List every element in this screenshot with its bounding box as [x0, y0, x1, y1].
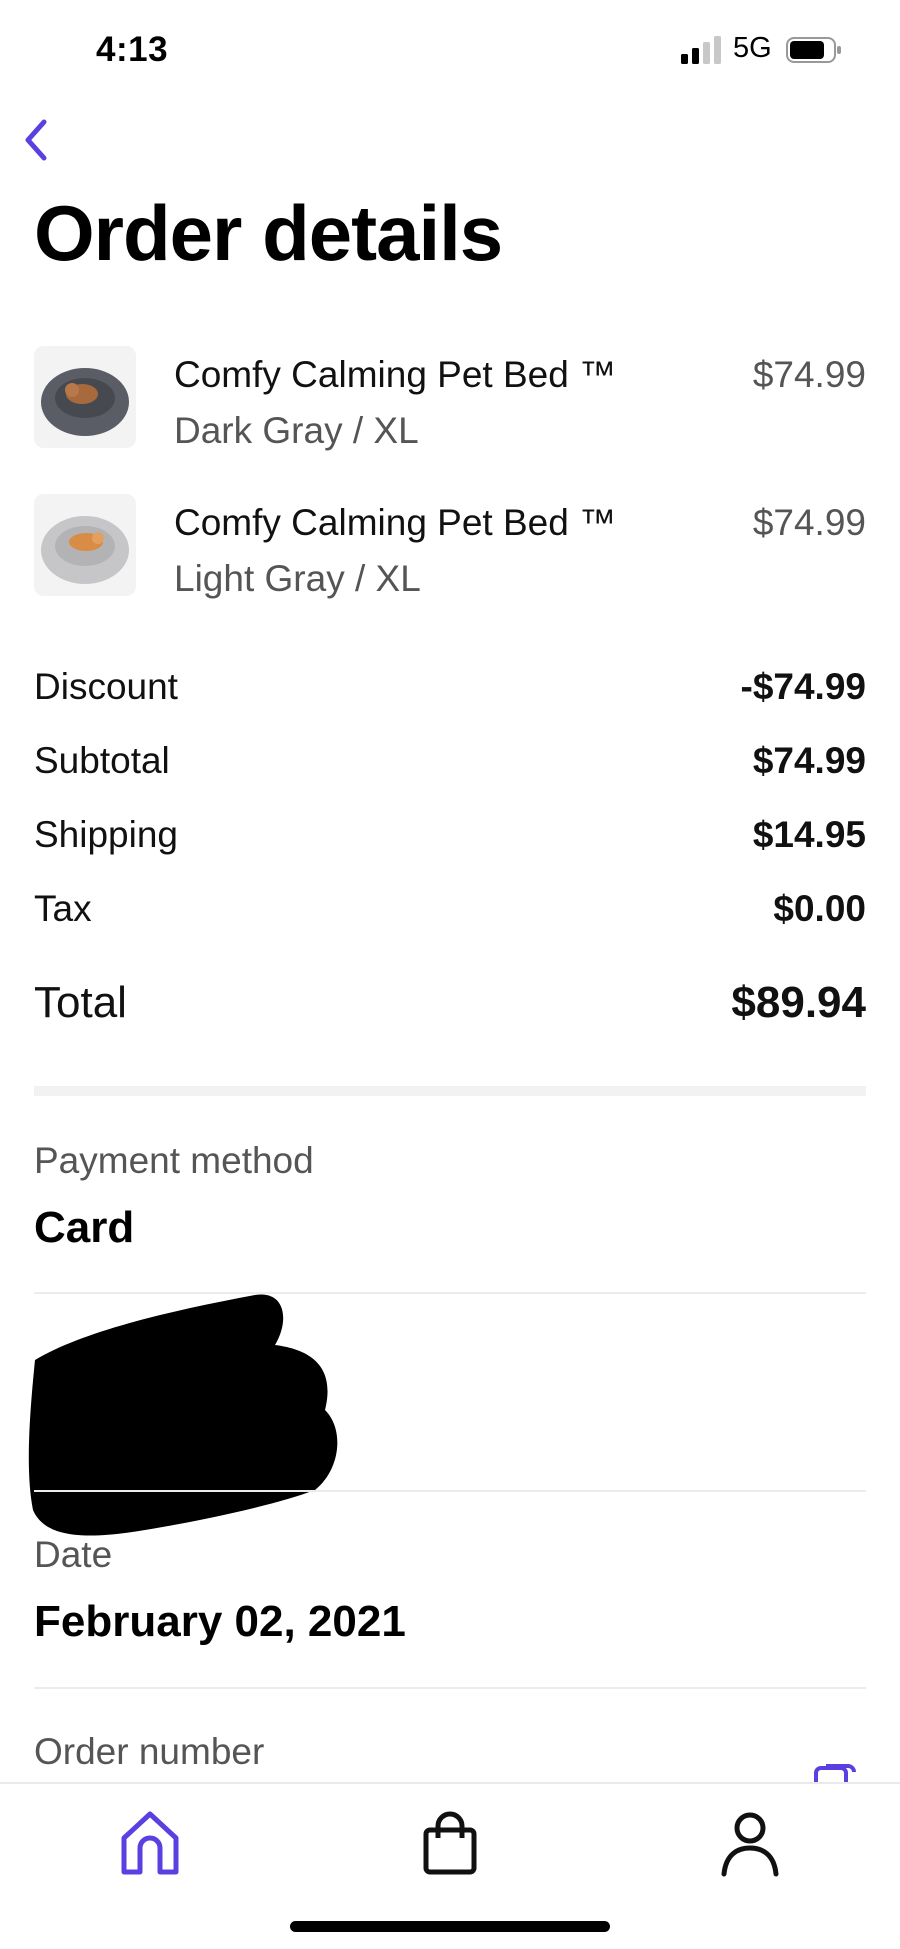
total-label: Total: [34, 978, 127, 1027]
subtotal-label: Subtotal: [34, 740, 170, 781]
shipping-row: Shipping $14.95: [34, 814, 866, 864]
product-name: Comfy Calming Pet Bed ™: [174, 354, 617, 395]
payment-method-label: Payment method: [34, 1140, 314, 1181]
product-price: $74.99: [752, 502, 866, 543]
product-price: $74.99: [752, 354, 866, 395]
page-title: Order details: [34, 189, 503, 277]
date-label: Date: [34, 1534, 113, 1575]
shipping-label: Shipping: [34, 814, 179, 855]
shipping-value: $14.95: [752, 814, 866, 855]
tax-row: Tax $0.00: [34, 888, 866, 938]
discount-row: Discount -$74.99: [34, 666, 866, 716]
tax-label: Tax: [34, 888, 92, 929]
section-divider: [34, 1086, 866, 1096]
back-chevron-icon[interactable]: [14, 112, 58, 168]
product-variant: Light Gray / XL: [174, 558, 421, 599]
profile-icon[interactable]: [710, 1802, 790, 1882]
product-variant: Dark Gray / XL: [174, 410, 419, 451]
cellular-signal-icon: [681, 36, 721, 64]
status-time: 4:13: [96, 30, 169, 69]
status-bar: 4:13 5G: [0, 0, 900, 100]
shopping-bag-icon[interactable]: [410, 1802, 490, 1882]
subtotal-value: $74.99: [752, 740, 866, 781]
date-value: February 02, 2021: [34, 1597, 406, 1646]
copy-icon[interactable]: [810, 1762, 856, 1782]
battery-icon: [786, 37, 841, 63]
total-row: Total $89.94: [34, 978, 866, 1038]
discount-label: Discount: [34, 666, 178, 707]
divider: [34, 1490, 866, 1492]
total-value: $89.94: [731, 978, 866, 1027]
discount-value: -$74.99: [740, 666, 867, 707]
network-type: 5G: [733, 32, 772, 64]
divider: [34, 1687, 866, 1689]
order-item[interactable]: Comfy Calming Pet Bed ™ Light Gray / XL …: [34, 494, 866, 599]
home-icon[interactable]: [110, 1802, 190, 1882]
redacted-block: [28, 1294, 338, 1536]
order-number-label: Order number: [34, 1731, 265, 1772]
subtotal-row: Subtotal $74.99: [34, 740, 866, 790]
order-item[interactable]: Comfy Calming Pet Bed ™ Dark Gray / XL $…: [34, 346, 866, 451]
home-indicator: [290, 1921, 610, 1932]
product-image: [34, 494, 136, 596]
tax-value: $0.00: [773, 888, 866, 929]
payment-method-value: Card: [34, 1203, 135, 1252]
product-image: [34, 346, 136, 448]
product-name: Comfy Calming Pet Bed ™: [174, 502, 617, 543]
